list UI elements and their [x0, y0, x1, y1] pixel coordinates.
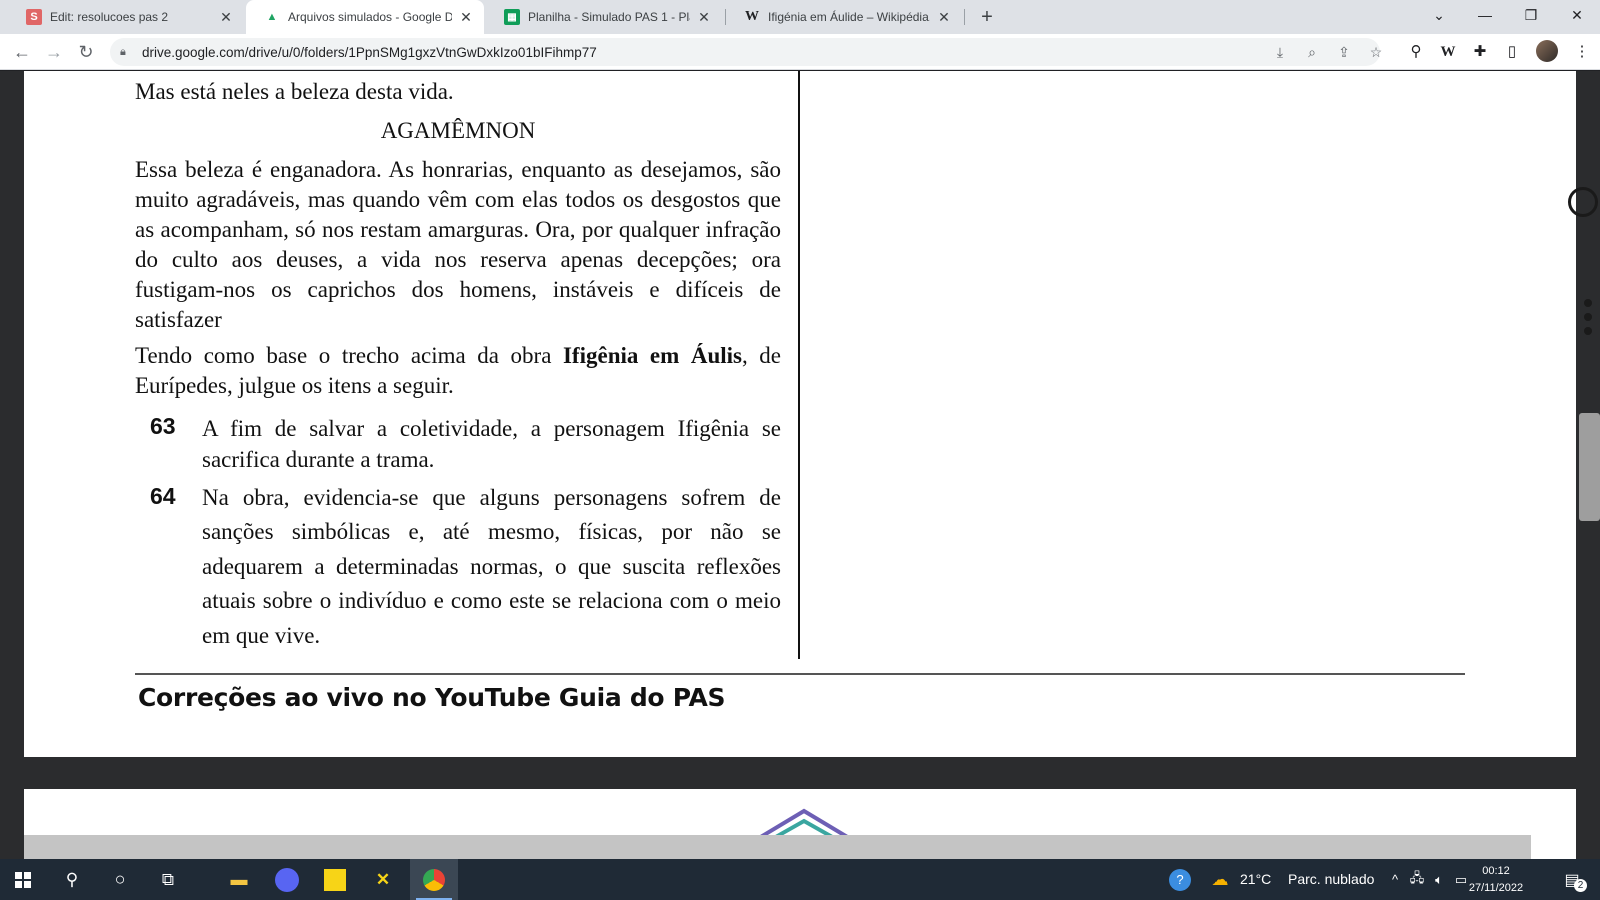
- sticky-notes-icon[interactable]: [311, 859, 359, 900]
- network-icon[interactable]: 🖧︎: [1406, 859, 1428, 900]
- work-title: Ifigênia em Áulis: [562, 343, 742, 368]
- question-prompt: Tendo como base o trecho acima da obra I…: [135, 341, 781, 401]
- footer-rule: [135, 673, 1465, 675]
- speaker-name: AGAMÊMNON: [380, 118, 536, 143]
- file-explorer-icon[interactable]: ▬: [215, 859, 263, 900]
- weather-icon[interactable]: ☁: [1206, 859, 1234, 900]
- side-circle-icon: [1568, 187, 1598, 217]
- zoom-icon[interactable]: ⌕: [1300, 40, 1324, 64]
- tab-arquivos-simulados[interactable]: ▲ Arquivos simulados - Google Drive ✕: [246, 0, 484, 34]
- close-tab-icon[interactable]: ✕: [696, 9, 712, 25]
- discord-icon[interactable]: [263, 859, 311, 900]
- scrollbar-thumb[interactable]: [1579, 413, 1600, 521]
- cortana-icon[interactable]: ○: [96, 859, 144, 900]
- tab-title: Planilha - Simulado PAS 1 - Planilhas: [528, 10, 690, 24]
- volume-icon[interactable]: 🔈︎: [1428, 859, 1450, 900]
- back-arrow-icon[interactable]: ←: [10, 40, 34, 64]
- key-icon[interactable]: ⚲: [1404, 40, 1428, 64]
- pdf-viewer: Mas está neles a beleza desta vida. AGAM…: [0, 71, 1600, 859]
- windows-taskbar: ⚲ ○ ⧉ ▬ ✕ ? ☁ 21°C Parc. nublado ^ 🖧︎ 🔈︎…: [0, 859, 1600, 900]
- sheets-favicon-icon: ▦: [504, 9, 520, 25]
- help-icon[interactable]: ?: [1166, 859, 1194, 900]
- menu-kebab-icon[interactable]: ⋮: [1570, 40, 1594, 64]
- chrome-taskbar-icon[interactable]: [410, 859, 458, 900]
- reload-icon[interactable]: ↻: [74, 40, 98, 64]
- item-number: 63: [150, 413, 176, 439]
- speech-paragraph: Essa beleza é enganadora. As honrarias, …: [135, 157, 781, 332]
- close-window-icon[interactable]: ✕: [1554, 0, 1600, 30]
- address-bar[interactable]: 🔒︎ drive.google.com/drive/u/0/folders/1P…: [110, 38, 1380, 66]
- task-view-icon[interactable]: ⧉: [144, 859, 192, 900]
- install-icon[interactable]: ⤓: [1268, 40, 1292, 64]
- page-strip: [24, 835, 1531, 859]
- side-dots-icon: [1584, 299, 1594, 341]
- new-tab-button[interactable]: +: [975, 5, 999, 29]
- column-divider: [798, 71, 800, 659]
- share-icon[interactable]: ⇪: [1332, 40, 1356, 64]
- bookmark-star-icon[interactable]: ☆: [1364, 40, 1388, 64]
- tab-search-icon[interactable]: ⌄: [1416, 0, 1462, 30]
- wikipedia-extension-icon[interactable]: W: [1436, 40, 1460, 64]
- footer-banner: Correções ao vivo no YouTube Guia do PAS: [138, 683, 726, 712]
- document-page: Mas está neles a beleza desta vida. AGAM…: [24, 71, 1576, 757]
- tab-title: Ifigénia em Áulide – Wikipédia, a: [768, 10, 930, 24]
- item-text: Na obra, evidencia-se que alguns persona…: [202, 485, 781, 648]
- quote-line: Mas está neles a beleza desta vida.: [135, 79, 454, 104]
- extensions-puzzle-icon[interactable]: ✚: [1468, 40, 1492, 64]
- profile-avatar[interactable]: [1536, 40, 1558, 62]
- notifications-icon[interactable]: ▤ 2: [1550, 859, 1594, 900]
- search-icon[interactable]: ⚲: [48, 859, 96, 900]
- chevron-up-icon[interactable]: ^: [1384, 859, 1406, 900]
- url-text: drive.google.com/drive/u/0/folders/1PpnS…: [142, 44, 597, 60]
- wikipedia-favicon-icon: W: [745, 9, 759, 24]
- close-tab-icon[interactable]: ✕: [458, 9, 474, 25]
- drive-favicon-icon: ▲: [266, 11, 278, 23]
- lock-icon: 🔒︎: [120, 45, 126, 58]
- tab-title: Arquivos simulados - Google Drive: [288, 10, 452, 24]
- item-text: A fim de salvar a coletividade, a person…: [202, 416, 781, 472]
- forward-arrow-icon[interactable]: →: [42, 40, 66, 64]
- browser-toolbar: ← → ↻ 🔒︎ drive.google.com/drive/u/0/fold…: [0, 34, 1600, 70]
- tab-title: Edit: resolucoes pas 2: [50, 10, 169, 24]
- system-clock[interactable]: 00:12 27/11/2022: [1466, 863, 1526, 897]
- weather-desc: Parc. nublado: [1288, 871, 1375, 887]
- app-x-icon[interactable]: ✕: [359, 859, 407, 900]
- tab-separator: [964, 9, 965, 25]
- minimize-icon[interactable]: —: [1462, 0, 1508, 30]
- tab-wikipedia[interactable]: W Ifigénia em Áulide – Wikipédia, a ✕: [726, 0, 962, 34]
- next-page: [24, 789, 1576, 859]
- prompt-text: Tendo como base o trecho acima da obra: [135, 343, 563, 368]
- start-windows-icon[interactable]: [0, 859, 46, 900]
- restore-icon[interactable]: ❐: [1508, 0, 1554, 30]
- tab-planilha[interactable]: ▦ Planilha - Simulado PAS 1 - Planilhas …: [486, 0, 722, 34]
- tab-edit-resolucoes[interactable]: S Edit: resolucoes pas 2 ✕: [8, 0, 244, 34]
- clock-time: 00:12: [1482, 865, 1510, 877]
- side-panel-icon[interactable]: ▯: [1500, 40, 1524, 64]
- close-tab-icon[interactable]: ✕: [218, 9, 234, 25]
- notification-count: 2: [1574, 879, 1587, 892]
- clock-date: 27/11/2022: [1468, 882, 1524, 894]
- close-tab-icon[interactable]: ✕: [936, 9, 952, 25]
- s-favicon-icon: S: [26, 9, 42, 25]
- tab-strip: S Edit: resolucoes pas 2 ✕ ▲ Arquivos si…: [0, 0, 1600, 34]
- item-number: 64: [150, 483, 176, 509]
- weather-temp: 21°C: [1240, 871, 1272, 887]
